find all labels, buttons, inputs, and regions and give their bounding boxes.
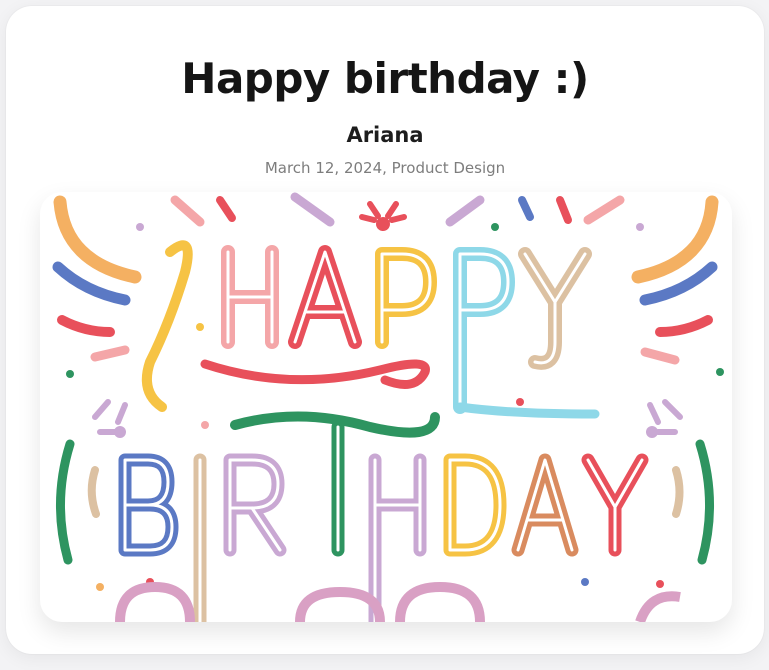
- birthday-image[interactable]: [40, 192, 732, 622]
- birthday-lettering-illustration: [52, 192, 724, 622]
- post-title: Happy birthday :): [181, 54, 589, 103]
- post-meta: March 12, 2024, Product Design: [264, 159, 506, 177]
- post-author: Ariana: [346, 123, 424, 147]
